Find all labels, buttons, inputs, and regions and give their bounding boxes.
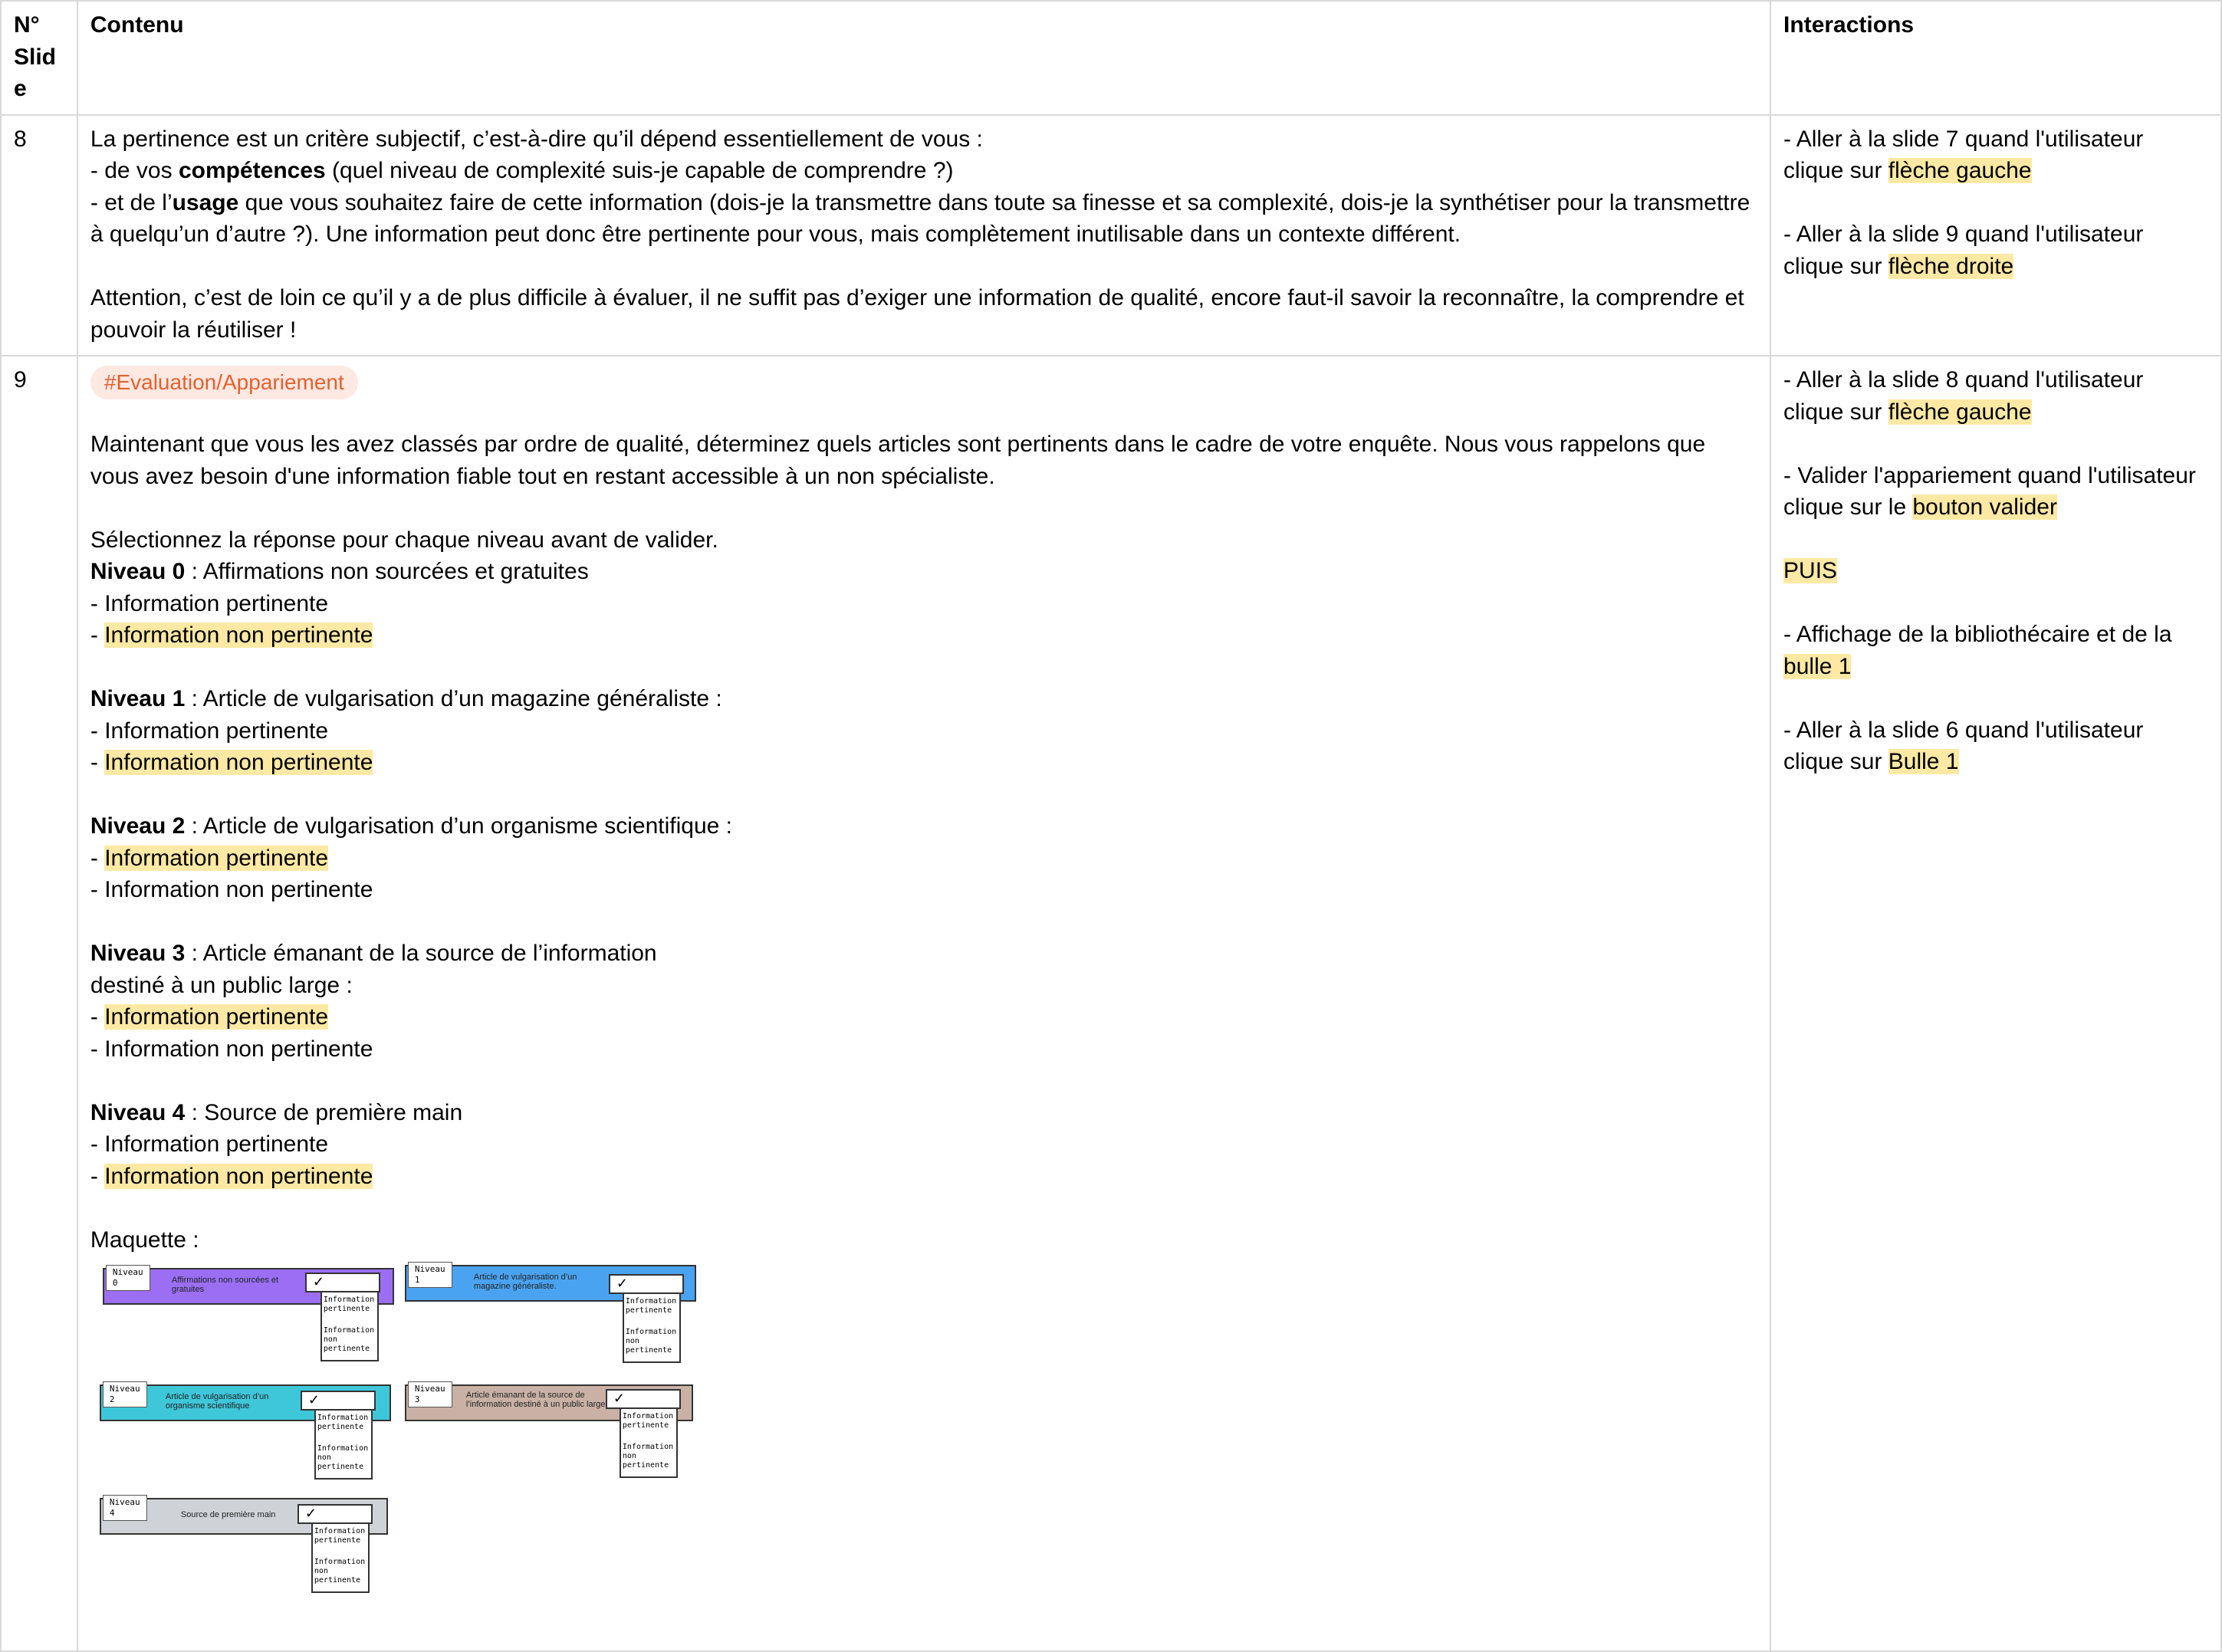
slide-number: 8 bbox=[0, 113, 78, 356]
mockup-card-text: Article de vulgarisation d’un magazine g… bbox=[473, 1273, 577, 1291]
level-4-option: - Information pertinente bbox=[90, 1131, 329, 1157]
interaction-puis: PUIS bbox=[1783, 558, 1838, 583]
mockup-level-label: Niveau 0 bbox=[105, 1265, 150, 1291]
check-icon: ✓ bbox=[616, 1276, 628, 1291]
attention-text: Attention, c’est de loin ce qu’il y a de… bbox=[90, 285, 1744, 343]
tag-chip[interactable]: #Evaluation/Appariement bbox=[90, 366, 358, 399]
header-slide: N° Slide bbox=[0, 0, 78, 116]
mockup-select: ✓ bbox=[297, 1504, 373, 1524]
mockup-card-text: Source de première main bbox=[180, 1510, 276, 1519]
level-4-option: - Information non pertinente bbox=[90, 1163, 373, 1189]
mockup-dropdown: Information pertinente Information non pe… bbox=[622, 1292, 681, 1363]
interaction-item: - Aller à la slide 9 quand l'utilisateur… bbox=[1783, 222, 2144, 279]
header-interactions: Interactions bbox=[1770, 0, 2222, 116]
mockup-dropdown: Information pertinente Information non pe… bbox=[619, 1407, 678, 1478]
header-row: N° Slide Contenu Interactions bbox=[0, 0, 2222, 116]
mockup-card-text: Article de vulgarisation d’un organisme … bbox=[165, 1392, 269, 1411]
level-1-option: - Information non pertinente bbox=[90, 750, 373, 775]
check-icon: ✓ bbox=[613, 1391, 625, 1406]
content-cell: La pertinence est un critère subjectif, … bbox=[76, 113, 1772, 356]
mockup-select: ✓ bbox=[300, 1391, 376, 1411]
mockup-level-label: Niveau 3 bbox=[407, 1381, 452, 1407]
level-0-title: Niveau 0 : Affirmations non sourcées et … bbox=[90, 559, 589, 584]
mockup-select: ✓ bbox=[304, 1273, 380, 1292]
mockup-level-label: Niveau 4 bbox=[102, 1495, 147, 1521]
content-cell: #Evaluation/Appariement Maintenant que v… bbox=[76, 355, 1772, 1652]
check-icon: ✓ bbox=[307, 1392, 320, 1407]
instruction-text: Sélectionnez la réponse pour chaque nive… bbox=[90, 527, 718, 553]
level-2-title: Niveau 2 : Article de vulgarisation d’un… bbox=[90, 813, 733, 839]
interactions-cell: - Aller à la slide 8 quand l'utilisateur… bbox=[1770, 355, 2222, 1652]
mockup-dropdown: Information pertinente Information non pe… bbox=[320, 1291, 379, 1361]
interaction-item: - Valider l'appariement quand l'utilisat… bbox=[1783, 462, 2196, 520]
level-1-title: Niveau 1 : Article de vulgarisation d’un… bbox=[90, 686, 722, 711]
storyboard-table: N° Slide Contenu Interactions 8 La perti… bbox=[0, 0, 2222, 1652]
table-row: 9 #Evaluation/Appariement Maintenant que… bbox=[0, 355, 2222, 1652]
interaction-item: - Aller à la slide 7 quand l'utilisateur… bbox=[1783, 126, 2144, 183]
level-4-title: Niveau 4 : Source de première main bbox=[90, 1099, 463, 1125]
intro-text: La pertinence est un critère subjectif, … bbox=[90, 126, 983, 152]
mockup-level-label: Niveau 2 bbox=[102, 1381, 147, 1407]
usage-line: - et de l’usage que vous souhaitez faire… bbox=[90, 189, 1750, 248]
level-1-option: - Information pertinente bbox=[90, 718, 329, 744]
mockup-select: ✓ bbox=[605, 1389, 681, 1409]
slide-number: 9 bbox=[0, 355, 78, 1652]
instruction-paragraph: Maintenant que vous les avez classés par… bbox=[90, 432, 1706, 489]
mockup-card-text: Article émanant de la source de l’inform… bbox=[465, 1391, 606, 1409]
competences-line: - de vos compétences (quel niveau de com… bbox=[90, 158, 954, 183]
interaction-item: - Aller à la slide 8 quand l'utilisateur… bbox=[1783, 367, 2144, 425]
interaction-item: - Aller à la slide 6 quand l'utilisateur… bbox=[1783, 717, 2144, 774]
level-3-title: Niveau 3 : Article émanant de la source … bbox=[90, 941, 657, 966]
mockup-level-label: Niveau 1 bbox=[407, 1262, 452, 1288]
mockup-card-text: Affirmations non sourcées et gratuites bbox=[171, 1276, 279, 1294]
mockup-dropdown: Information pertinente Information non pe… bbox=[314, 1409, 373, 1480]
level-2-option: - Information pertinente bbox=[90, 845, 329, 871]
level-2-option: - Information non pertinente bbox=[90, 877, 373, 902]
mockup-select: ✓ bbox=[608, 1274, 684, 1294]
check-icon: ✓ bbox=[304, 1506, 317, 1521]
level-3-option: - Information pertinente bbox=[90, 1004, 329, 1030]
table-row: 8 La pertinence est un critère subjectif… bbox=[0, 113, 2222, 356]
level-0-option: - Information non pertinente bbox=[90, 622, 373, 648]
level-3-option: - Information non pertinente bbox=[90, 1036, 373, 1062]
header-contenu: Contenu bbox=[76, 0, 1772, 116]
check-icon: ✓ bbox=[312, 1274, 324, 1289]
level-3-title-cont: destiné à un public large : bbox=[90, 972, 353, 998]
level-0-option: - Information pertinente bbox=[90, 590, 329, 616]
mockup-image: Niveau 0 Affirmations non sourcées et gr… bbox=[90, 1260, 704, 1601]
interactions-cell: - Aller à la slide 7 quand l'utilisateur… bbox=[1770, 113, 2222, 356]
interaction-item: - Affichage de la bibliothécaire et de l… bbox=[1783, 622, 2172, 679]
maquette-label: Maquette : bbox=[90, 1227, 199, 1253]
mockup-dropdown: Information pertinente Information non pe… bbox=[311, 1522, 370, 1593]
